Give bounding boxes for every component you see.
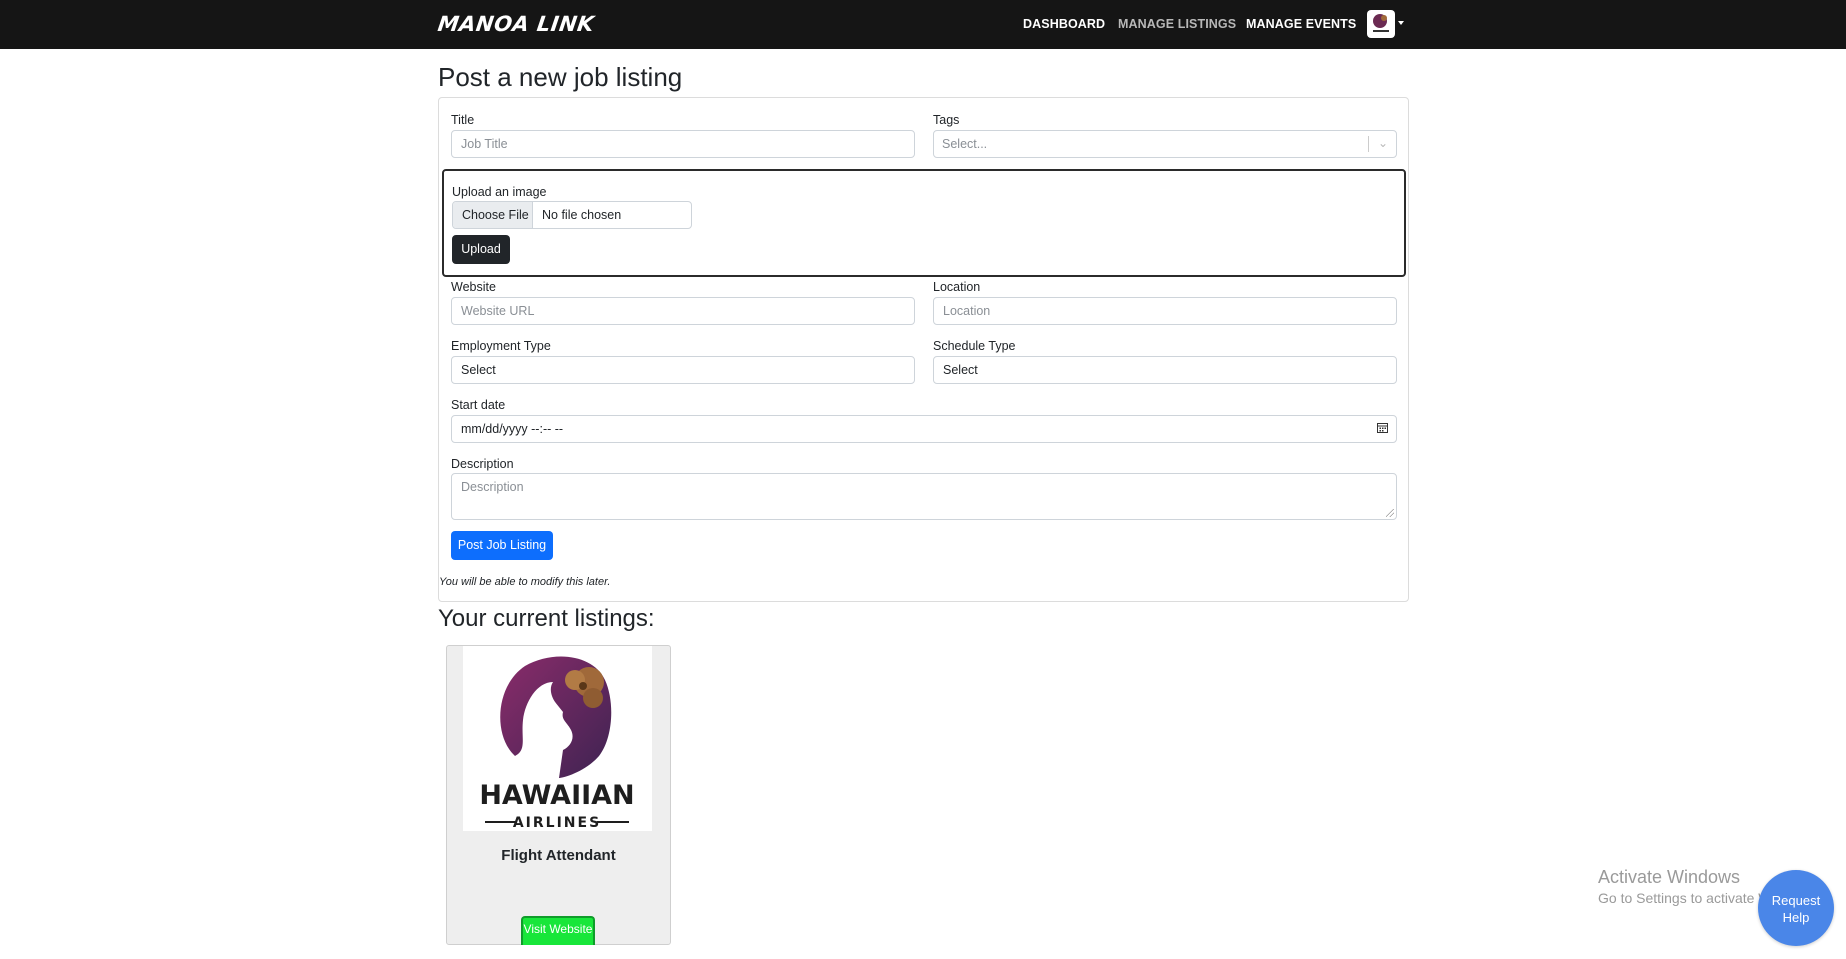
employment-type-select[interactable]: Select <box>451 356 915 384</box>
nav-manage-events[interactable]: MANAGE EVENTS <box>1246 17 1356 31</box>
website-input[interactable]: Website URL <box>451 297 915 325</box>
title-label: Title <box>451 113 475 127</box>
upload-label: Upload an image <box>452 185 547 199</box>
location-label: Location <box>933 280 981 294</box>
schedule-type-label: Schedule Type <box>933 339 1016 353</box>
nav-manage-listings[interactable]: MANAGE LISTINGS <box>1118 17 1236 31</box>
nav-dashboard[interactable]: DASHBOARD <box>1023 17 1105 31</box>
top-navbar: MANOA LINK DASHBOARD MANAGE LISTINGS MAN… <box>0 0 1846 49</box>
tags-select[interactable]: Select... ⌄ <box>933 130 1397 158</box>
calendar-icon[interactable] <box>1377 422 1388 433</box>
tags-divider <box>1368 136 1369 152</box>
listings-heading: Your current listings: <box>438 605 655 632</box>
visit-website-button[interactable]: Visit Website <box>521 916 595 945</box>
location-input[interactable]: Location <box>933 297 1397 325</box>
hawaiian-airlines-logo: HAWAIIAN AIRLINES <box>479 656 635 831</box>
brand-logo[interactable]: MANOA LINK <box>436 12 596 36</box>
start-date-label: Start date <box>451 398 506 412</box>
chevron-down-icon[interactable]: ⌄ <box>1378 136 1388 150</box>
file-status: No file chosen <box>542 208 622 222</box>
start-date-value: mm/dd/yyyy --:-- -- <box>461 422 564 436</box>
description-textarea[interactable]: Description <box>451 473 1397 520</box>
logo-wordmark: HAWAIIAN <box>479 780 634 811</box>
help-line-2: Help <box>1782 910 1810 925</box>
chevron-down-icon[interactable] <box>1398 21 1404 25</box>
request-help-button[interactable]: Request Help <box>1758 870 1834 946</box>
page-title: Post a new job listing <box>438 62 683 92</box>
schedule-type-select[interactable]: Select <box>933 356 1397 384</box>
tags-label: Tags <box>933 113 960 127</box>
post-job-listing-button[interactable]: Post Job Listing <box>451 531 553 560</box>
help-line-1: Request <box>1771 893 1821 908</box>
description-label: Description <box>451 457 514 471</box>
start-date-input[interactable]: mm/dd/yyyy --:-- -- <box>451 415 1397 443</box>
avatar-logo-icon <box>1373 14 1389 32</box>
listing-title: Flight Attendant <box>501 847 616 864</box>
avatar[interactable] <box>1367 10 1395 38</box>
title-input[interactable]: Job Title <box>451 130 915 158</box>
choose-file-button[interactable]: Choose File <box>453 202 533 228</box>
upload-button[interactable]: Upload <box>452 235 510 264</box>
listing-logo-image: HAWAIIAN AIRLINES <box>463 646 652 831</box>
logo-subtext: AIRLINES <box>513 815 601 831</box>
website-label: Website <box>451 280 496 294</box>
tags-placeholder: Select... <box>942 137 988 151</box>
description-placeholder: Description <box>461 480 524 494</box>
modify-note: You will be able to modify this later. <box>439 576 611 588</box>
employment-type-label: Employment Type <box>451 339 551 353</box>
resize-handle-icon[interactable] <box>1386 509 1394 517</box>
file-input[interactable]: Choose File No file chosen <box>452 201 692 229</box>
